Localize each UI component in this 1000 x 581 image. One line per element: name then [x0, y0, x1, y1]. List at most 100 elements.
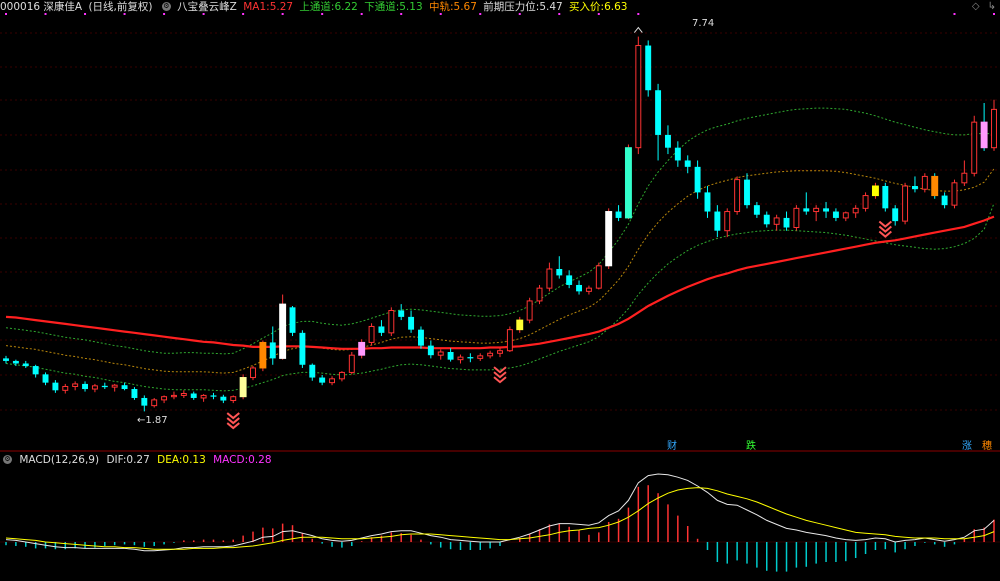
candle-body-highlight	[605, 211, 613, 267]
candle-body	[951, 182, 958, 206]
ma1-line	[5, 215, 995, 350]
settings-icon[interactable]: ⚙	[161, 1, 171, 11]
candle-body	[526, 300, 533, 321]
candle-body	[42, 374, 49, 383]
candle-body	[487, 352, 494, 357]
candle-body	[180, 393, 187, 396]
candle-body	[101, 385, 108, 388]
candle-body	[556, 269, 563, 276]
candle-body	[753, 205, 760, 215]
candle-body	[111, 384, 118, 388]
candle-body	[250, 367, 256, 379]
candle-body	[467, 357, 474, 359]
candle-body	[506, 329, 513, 352]
candle-body	[902, 185, 909, 222]
signal-chevron	[878, 220, 892, 228]
candle-body	[82, 383, 89, 390]
candle-body	[615, 211, 622, 218]
marker-cai: 财	[667, 439, 677, 452]
candle-body	[793, 207, 800, 229]
candle-body	[427, 345, 434, 356]
candle-body	[546, 268, 553, 289]
candle-body-highlight	[871, 185, 879, 197]
candle-body	[645, 45, 652, 91]
candle-body	[200, 394, 207, 399]
signal-markers	[226, 26, 892, 430]
candle-body	[299, 332, 306, 365]
candle-body-highlight	[931, 175, 939, 197]
dif-value: 0.27	[126, 454, 150, 466]
candle-body-highlight	[239, 377, 247, 398]
candle-body-highlight	[358, 341, 366, 356]
indicator-name[interactable]: 八宝叠云峰Z	[177, 1, 237, 13]
marker-zhang: 涨	[962, 440, 972, 452]
dea-label: DEA:	[157, 454, 183, 466]
candle-body	[704, 192, 711, 212]
candle-body	[161, 396, 168, 401]
toolbar-icons: ◇ ↳	[964, 1, 996, 12]
lower-value: 5.13	[399, 1, 423, 13]
candle-body	[457, 356, 464, 361]
candle-body	[773, 217, 780, 225]
candle-body	[131, 389, 138, 398]
candle-body	[971, 121, 978, 174]
macd-label: MACD:	[213, 454, 249, 466]
candle-body	[388, 310, 395, 334]
chart-canvas: 7.74 ←1.87 财 跌 涨 穗	[0, 13, 1000, 572]
candle-body	[892, 208, 899, 222]
candle-body	[684, 160, 691, 167]
candle-body	[823, 208, 830, 212]
candle-body	[734, 179, 741, 213]
candle-body	[595, 265, 602, 289]
high-price-label: 7.74	[692, 18, 714, 29]
marker-hua: 穗	[982, 439, 992, 452]
buy-label: 买入价:	[569, 1, 605, 13]
candle-body	[348, 354, 355, 373]
signal-chevron	[226, 412, 240, 420]
settings-icon[interactable]: ⚙	[3, 454, 12, 464]
candle-body	[566, 275, 573, 285]
candle-body	[230, 396, 237, 402]
macd-name[interactable]: MACD(12,26,9)	[19, 454, 99, 466]
candle-body	[151, 399, 158, 407]
channel-lower-line	[5, 203, 995, 392]
candle-body	[319, 377, 326, 383]
period-label[interactable]: (日线,前复权)	[88, 1, 152, 13]
candle-body	[724, 211, 731, 232]
mid-label: 中轨:	[428, 1, 454, 13]
candle-body	[378, 326, 385, 333]
upper-channel-path	[5, 107, 994, 355]
candle-body-highlight	[279, 303, 287, 359]
candle-body	[12, 360, 19, 364]
lower-label: 下通道:	[364, 1, 400, 13]
candle-body	[655, 90, 662, 135]
candle-body	[585, 287, 592, 292]
candle-body	[417, 329, 424, 346]
candle-body	[921, 175, 928, 190]
candle-body	[941, 195, 948, 206]
candle-body-highlight	[624, 147, 632, 219]
channel-mid-line	[5, 168, 995, 374]
mid-channel-path	[5, 168, 995, 374]
candle-body-highlight	[259, 341, 267, 369]
candle-body	[852, 207, 859, 214]
diamond-icon[interactable]: ◇	[972, 1, 980, 12]
buy-value: 6.63	[604, 1, 628, 13]
candle-body	[62, 385, 69, 391]
candle-body	[408, 316, 415, 330]
candle-body	[329, 378, 336, 384]
candle-body	[3, 358, 9, 361]
high-arrow	[633, 26, 643, 33]
candle-body	[497, 350, 503, 354]
stock-code-name[interactable]: 000016 深康佳A	[0, 1, 82, 13]
dif-label: DIF:	[106, 454, 127, 466]
candle-body	[190, 393, 197, 398]
candle-body	[803, 208, 810, 212]
arrow-icon[interactable]: ↳	[988, 1, 996, 12]
candle-body	[674, 147, 681, 161]
pressure-label: 前期压力位:	[483, 1, 540, 13]
candle-body	[763, 214, 770, 225]
candle-body	[447, 352, 454, 360]
candle-body	[141, 397, 148, 406]
ma1-path	[5, 215, 995, 350]
